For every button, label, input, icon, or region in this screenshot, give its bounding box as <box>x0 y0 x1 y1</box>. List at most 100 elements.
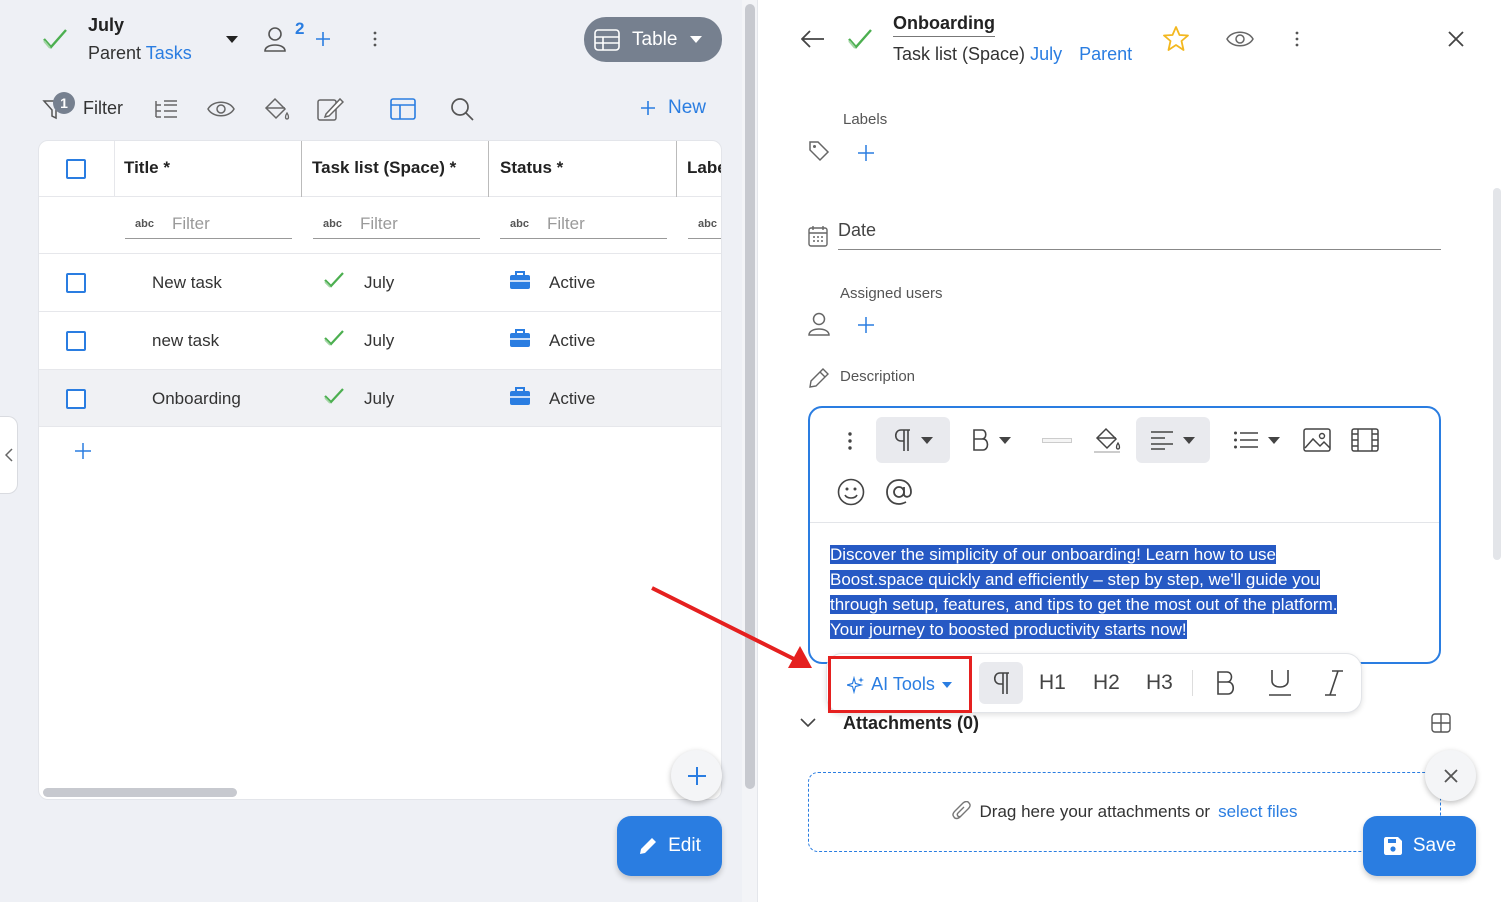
paragraph-button[interactable] <box>979 662 1023 704</box>
eye-icon[interactable] <box>207 99 235 119</box>
select-all-checkbox[interactable] <box>66 159 86 179</box>
table-row[interactable]: New task July Active <box>39 253 721 311</box>
filter-button[interactable]: 1 Filter <box>42 88 128 128</box>
assigned-count: 2 <box>295 19 305 38</box>
horizontal-scrollbar-thumb[interactable] <box>43 788 237 797</box>
selected-text: Discover the simplicity of our onboardin… <box>830 545 1277 564</box>
assigned-users-icon[interactable] <box>263 26 287 52</box>
search-icon[interactable] <box>450 97 474 121</box>
text-color-swatch[interactable] <box>1042 438 1072 443</box>
column-divider[interactable] <box>301 141 302 197</box>
add-row-icon[interactable] <box>74 442 92 460</box>
table-row[interactable]: Onboarding July Active <box>39 369 721 427</box>
heading-3-button[interactable]: H3 <box>1146 671 1173 695</box>
italic-icon[interactable] <box>1317 666 1351 700</box>
breadcrumb-link-tasks[interactable]: Tasks <box>146 43 192 63</box>
highlight-bucket-icon[interactable] <box>1090 422 1124 458</box>
row-task-list[interactable]: July <box>364 331 394 351</box>
column-header-labels[interactable]: Labe <box>687 158 721 178</box>
bold-icon[interactable] <box>1209 666 1243 700</box>
paint-bucket-icon[interactable] <box>262 96 290 122</box>
add-assignee-icon[interactable] <box>857 316 875 334</box>
column-header-status[interactable]: Status * <box>500 158 563 178</box>
column-header-title[interactable]: Title * <box>124 158 170 178</box>
row-checkbox[interactable] <box>66 331 86 351</box>
heading-2-button[interactable]: H2 <box>1093 671 1120 695</box>
column-divider[interactable] <box>488 141 489 197</box>
breadcrumb-link-july[interactable]: July <box>1030 44 1062 64</box>
pilcrow-icon <box>892 428 912 452</box>
title-filter-input[interactable]: abc Filter <box>125 209 292 239</box>
close-icon[interactable] <box>1447 30 1465 48</box>
row-status[interactable]: Active <box>549 331 595 351</box>
row-title[interactable]: New task <box>152 273 222 293</box>
emoji-icon[interactable] <box>834 474 868 510</box>
date-input[interactable]: Date <box>838 220 1441 250</box>
heading-1-button[interactable]: H1 <box>1039 671 1066 695</box>
briefcase-icon <box>509 328 531 348</box>
list-button[interactable] <box>1220 417 1294 463</box>
add-user-icon[interactable] <box>315 31 331 47</box>
mention-icon[interactable] <box>882 474 916 510</box>
row-task-list[interactable]: July <box>364 389 394 409</box>
align-button[interactable] <box>1136 417 1210 463</box>
breadcrumb-link-parent[interactable]: Parent <box>1079 44 1132 64</box>
edit-button[interactable]: Edit <box>617 816 722 876</box>
row-title[interactable]: Onboarding <box>152 389 241 409</box>
description-text[interactable]: Discover the simplicity of our onboardin… <box>830 542 1420 642</box>
title-dropdown-icon[interactable] <box>225 35 239 44</box>
column-header-task-list[interactable]: Task list (Space) * <box>312 158 456 178</box>
detail-scrollbar-thumb[interactable] <box>1493 188 1501 560</box>
chevron-down-icon[interactable] <box>800 718 816 728</box>
task-list-filter-input[interactable]: abc Filter <box>313 209 480 239</box>
view-switcher-label: Table <box>632 28 678 50</box>
column-divider[interactable] <box>676 141 677 197</box>
row-title[interactable]: new task <box>152 331 219 351</box>
underline-icon[interactable] <box>1263 666 1297 700</box>
row-status[interactable]: Active <box>549 389 595 409</box>
task-title[interactable]: Onboarding <box>893 13 995 37</box>
video-icon[interactable] <box>1348 422 1382 458</box>
edit-button-label: Edit <box>668 835 701 856</box>
briefcase-icon <box>509 270 531 290</box>
watch-eye-icon[interactable] <box>1226 29 1254 49</box>
description-line: Boost.space quickly and efficiently – st… <box>830 567 1420 592</box>
row-task-list[interactable]: July <box>364 273 394 293</box>
row-checkbox[interactable] <box>66 389 86 409</box>
breadcrumb-prefix: Parent <box>88 43 142 63</box>
filter-label: Filter <box>83 97 123 118</box>
add-label-icon[interactable] <box>857 144 875 162</box>
toolbar-divider <box>1192 670 1193 696</box>
bold-dropdown-button[interactable] <box>962 417 1022 463</box>
attachments-heading[interactable]: Attachments (0) <box>843 713 979 734</box>
row-status[interactable]: Active <box>549 273 595 293</box>
row-checkbox[interactable] <box>66 273 86 293</box>
text-filter-icon: abc <box>510 217 529 230</box>
view-switcher-button[interactable]: Table <box>584 17 722 62</box>
star-icon[interactable] <box>1163 26 1189 51</box>
back-arrow-icon[interactable] <box>801 30 825 48</box>
new-button[interactable]: New <box>640 97 706 119</box>
ai-tools-button[interactable]: AI Tools <box>828 656 972 713</box>
editor-more-icon[interactable] <box>840 426 860 456</box>
save-button[interactable]: Save <box>1363 816 1476 876</box>
table-row[interactable]: new task July Active <box>39 311 721 369</box>
close-fab[interactable] <box>1425 750 1476 801</box>
labels-filter-input[interactable]: abc <box>688 209 721 239</box>
user-icon <box>808 312 830 336</box>
add-task-fab[interactable] <box>671 750 722 801</box>
status-filter-input[interactable]: abc Filter <box>500 209 667 239</box>
edit-form-icon[interactable] <box>316 96 344 122</box>
tree-view-icon[interactable] <box>153 98 179 120</box>
more-options-icon[interactable] <box>1294 31 1300 47</box>
collapse-panel-tab[interactable] <box>0 416 18 494</box>
image-icon[interactable] <box>1300 422 1334 458</box>
paragraph-style-button[interactable] <box>876 417 950 463</box>
grid-view-icon[interactable] <box>1431 713 1451 733</box>
attachment-drop-zone[interactable]: Drag here your attachments or select fil… <box>808 772 1441 852</box>
select-files-link[interactable]: select files <box>1218 802 1297 822</box>
check-icon <box>323 271 345 289</box>
more-options-icon[interactable] <box>372 31 378 47</box>
layout-icon[interactable] <box>390 97 416 121</box>
table-view-icon <box>594 28 620 51</box>
